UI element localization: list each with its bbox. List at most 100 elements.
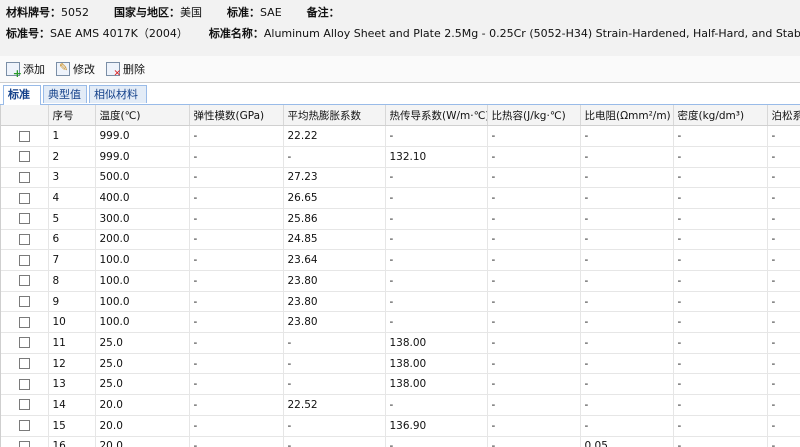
cell-density: - <box>673 146 768 168</box>
tab-standard[interactable]: 标准 <box>3 85 41 105</box>
edit-button-label: 修改 <box>73 63 95 76</box>
cell-density: - <box>673 436 768 447</box>
cell-thermal-conductivity: 138.00 <box>385 373 488 396</box>
row-checkbox[interactable] <box>18 420 30 432</box>
table-row[interactable]: 15 20.0- -136.90- - - - <box>1 415 800 437</box>
cell-index: 16 <box>48 436 96 447</box>
cell-thermal-conductivity: - <box>385 249 488 271</box>
cell-density: - <box>673 270 768 292</box>
column-header-poisson-ratio[interactable]: 泊松系数 <box>767 105 800 127</box>
cell-temperature: 100.0 <box>95 249 190 271</box>
material-label: 材料牌号： <box>6 6 61 19</box>
cell-temperature: 20.0 <box>95 415 190 437</box>
table-row[interactable]: 10 100.0-23.80- - - - - <box>1 311 800 334</box>
row-checkbox[interactable] <box>18 233 30 245</box>
material-info-panel: 材料牌号：5052 国家与地区：美国 标准：SAE 备注： 标准号：SAE AM… <box>0 0 800 56</box>
properties-table: 序号 温度(℃) 弹性模数(GPa) 平均热膨胀系数 热传导系数(W/m·℃) … <box>1 105 800 447</box>
add-button[interactable]: 添加 <box>6 61 45 80</box>
table-row[interactable]: 1 999.0-22.22- - - - - <box>1 125 800 147</box>
cell-index: 11 <box>48 332 96 354</box>
row-checkbox[interactable] <box>18 275 30 287</box>
cell-thermal-expansion: - <box>283 332 386 354</box>
table-row[interactable]: 6 200.0-24.85- - - - - <box>1 229 800 251</box>
cell-poisson-ratio: - <box>767 373 800 396</box>
header-row: 序号 温度(℃) 弹性模数(GPa) 平均热膨胀系数 热传导系数(W/m·℃) … <box>1 105 800 127</box>
row-checkbox[interactable] <box>18 358 30 370</box>
cell-elastic-modulus: - <box>189 436 284 447</box>
cell-thermal-conductivity: - <box>385 167 488 189</box>
cell-resistivity: - <box>580 187 674 209</box>
country-label: 国家与地区： <box>114 6 180 19</box>
row-checkbox[interactable] <box>18 171 30 183</box>
cell-poisson-ratio: - <box>767 146 800 168</box>
cell-resistivity: - <box>580 208 674 230</box>
cell-elastic-modulus: - <box>189 249 284 271</box>
column-header-temperature[interactable]: 温度(℃) <box>95 105 190 127</box>
table-row[interactable]: 11 25.0- -138.00- - - - <box>1 332 800 354</box>
table-row[interactable]: 13 25.0- -138.00- - - - <box>1 373 800 396</box>
row-checkbox[interactable] <box>18 254 30 266</box>
table-row[interactable]: 9 100.0-23.80- - - - - <box>1 291 800 313</box>
row-checkbox[interactable] <box>18 316 30 328</box>
table-row[interactable]: 4 400.0-26.65- - - - - <box>1 187 800 209</box>
row-select-cell <box>1 146 49 168</box>
row-checkbox[interactable] <box>18 440 30 447</box>
cell-index: 15 <box>48 415 96 437</box>
column-header-density[interactable]: 密度(kg/dm³) <box>673 105 768 127</box>
cell-elastic-modulus: - <box>189 415 284 437</box>
row-checkbox[interactable] <box>18 213 30 225</box>
standard-name-label: 标准名称： <box>208 27 264 40</box>
table-row[interactable]: 14 20.0-22.52- - - - - <box>1 394 800 416</box>
row-select-cell <box>1 311 49 334</box>
column-header-thermal-expansion[interactable]: 平均热膨胀系数 <box>283 105 386 127</box>
cell-thermal-conductivity: - <box>385 229 488 251</box>
add-icon <box>6 62 22 80</box>
cell-thermal-expansion: 24.85 <box>283 229 386 251</box>
table-row[interactable]: 7 100.0-23.64- - - - - <box>1 249 800 271</box>
material-value: 5052 <box>61 6 89 19</box>
delete-button[interactable]: 删除 <box>106 61 145 79</box>
tab-typical-values[interactable]: 典型值 <box>43 85 87 103</box>
cell-specific-heat: - <box>487 229 581 251</box>
cell-specific-heat: - <box>487 270 581 292</box>
cell-poisson-ratio: - <box>767 125 800 147</box>
table-row[interactable]: 2 999.0- -132.10- - - - <box>1 146 800 168</box>
column-header-index[interactable]: 序号 <box>48 105 96 127</box>
column-header-thermal-conductivity[interactable]: 热传导系数(W/m·℃) <box>385 105 488 127</box>
row-select-cell <box>1 353 49 375</box>
cell-density: - <box>673 291 768 313</box>
cell-temperature: 20.0 <box>95 394 190 416</box>
cell-specific-heat: - <box>487 146 581 168</box>
row-checkbox[interactable] <box>18 337 30 349</box>
column-header-resistivity[interactable]: 比电阻(Ωmm²/m) <box>580 105 674 127</box>
row-checkbox[interactable] <box>18 378 30 390</box>
standard-number-value: SAE AMS 4017K（2004） <box>50 27 188 40</box>
table-row[interactable]: 12 25.0- -138.00- - - - <box>1 353 800 375</box>
cell-temperature: 200.0 <box>95 229 190 251</box>
table-row[interactable]: 3 500.0-27.23- - - - - <box>1 167 800 189</box>
cell-thermal-expansion: - <box>283 146 386 168</box>
cell-temperature: 999.0 <box>95 125 190 147</box>
tab-similar-materials[interactable]: 相似材料 <box>89 85 147 103</box>
table-row[interactable]: 8 100.0-23.80- - - - - <box>1 270 800 292</box>
cell-thermal-expansion: - <box>283 415 386 437</box>
table-row[interactable]: 16 20.0- - - -0.05- - <box>1 436 800 447</box>
row-checkbox[interactable] <box>18 130 30 142</box>
column-header-specific-heat[interactable]: 比热容(J/kg·℃) <box>487 105 581 127</box>
cell-specific-heat: - <box>487 125 581 147</box>
cell-resistivity: - <box>580 311 674 334</box>
row-checkbox[interactable] <box>18 192 30 204</box>
table-row[interactable]: 5 300.0-25.86- - - - - <box>1 208 800 230</box>
row-checkbox[interactable] <box>18 399 30 411</box>
cell-thermal-expansion: 23.64 <box>283 249 386 271</box>
row-checkbox[interactable] <box>18 296 30 308</box>
cell-elastic-modulus: - <box>189 353 284 375</box>
row-select-cell <box>1 270 49 292</box>
edit-button[interactable]: 修改 <box>56 61 95 77</box>
cell-density: - <box>673 167 768 189</box>
cell-density: - <box>673 353 768 375</box>
info-line-2: 标准号：SAE AMS 4017K（2004） 标准名称：Aluminum Al… <box>6 25 800 41</box>
row-checkbox[interactable] <box>18 151 30 163</box>
column-header-elastic-modulus[interactable]: 弹性模数(GPa) <box>189 105 284 127</box>
cell-density: - <box>673 187 768 209</box>
